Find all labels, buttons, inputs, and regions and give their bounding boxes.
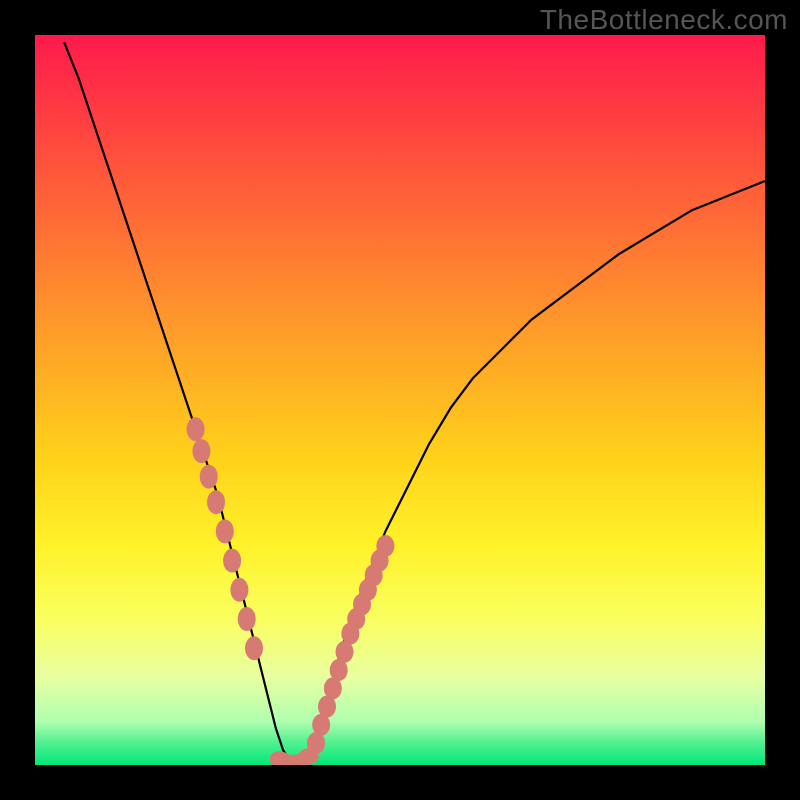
data-bead [238, 607, 256, 631]
data-bead [245, 636, 263, 660]
data-bead [207, 490, 225, 514]
data-bead [192, 439, 210, 463]
data-bead [200, 465, 218, 489]
data-bead [216, 519, 234, 543]
chart-frame: TheBottleneck.com [0, 0, 800, 800]
data-bead [376, 535, 394, 557]
data-bead [187, 417, 205, 441]
plot-area [35, 35, 765, 765]
bottleneck-curve-chart [35, 35, 765, 765]
data-bead [299, 748, 319, 764]
gradient-background [35, 35, 765, 765]
watermark-text: TheBottleneck.com [540, 4, 788, 36]
data-bead [223, 549, 241, 573]
data-bead [230, 578, 248, 602]
